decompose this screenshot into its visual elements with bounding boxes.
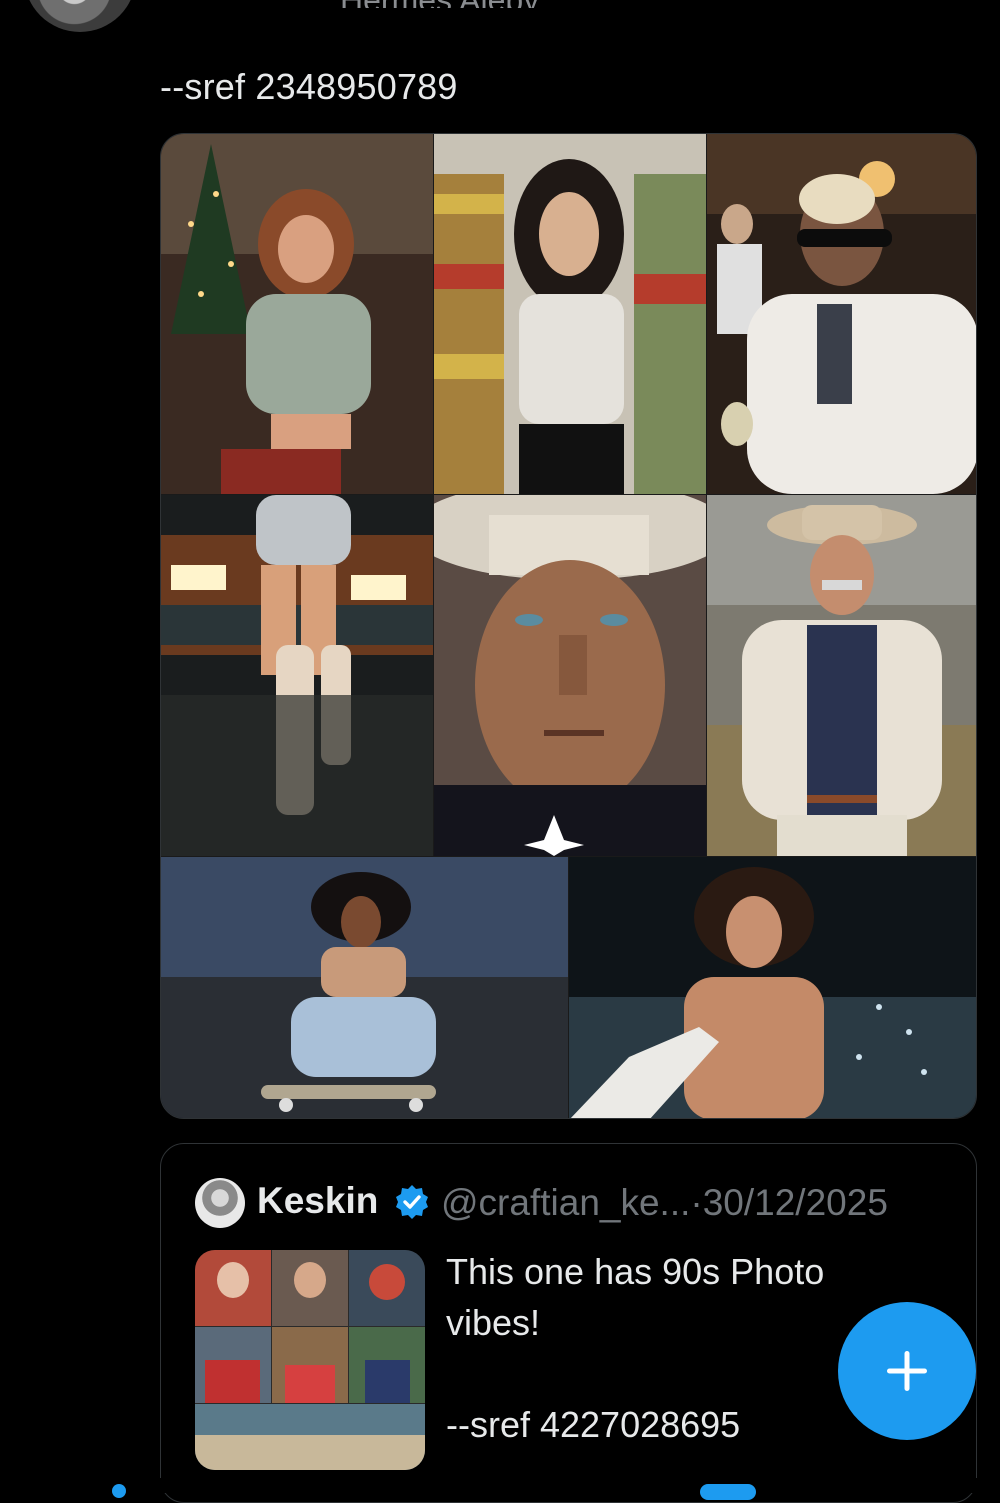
quoted-author-avatar[interactable] — [195, 1178, 245, 1228]
quoted-tweet[interactable]: Keskin @craftian_ke...·30/12/2025 This o… — [160, 1143, 977, 1503]
bar-woman-fur-coat-photo[interactable] — [707, 134, 976, 494]
meta-separator: · — [690, 1182, 703, 1223]
quoted-author-name[interactable]: Keskin — [257, 1180, 378, 1222]
quoted-tweet-date[interactable]: 30/12/2025 — [703, 1182, 888, 1223]
compose-button[interactable] — [838, 1302, 976, 1440]
verified-badge-icon — [396, 1185, 428, 1219]
quoted-tweet-text: This one has 90s Photo vibes! --sref 422… — [446, 1251, 825, 1445]
nav-messages-icon[interactable] — [700, 1484, 756, 1500]
author-avatar[interactable] — [24, 0, 136, 32]
quoted-author-meta: @craftian_ke...·30/12/2025 — [441, 1182, 888, 1224]
quoted-author-handle[interactable]: @craftian_ke... — [441, 1182, 690, 1223]
media-grid[interactable] — [160, 133, 977, 1119]
quoted-media-thumbnail[interactable] — [195, 1250, 425, 1470]
bottom-nav-bar — [0, 1478, 1000, 1493]
woman-car-night-photo[interactable] — [161, 495, 433, 856]
tweet-text: --sref 2348950789 — [160, 66, 458, 107]
cowboy-white-jacket-photo[interactable] — [707, 495, 976, 856]
nav-home-icon[interactable] — [112, 1484, 126, 1498]
christmas-party-woman-photo[interactable] — [161, 134, 433, 494]
grocery-aisle-woman-photo[interactable] — [434, 134, 706, 494]
plus-icon — [887, 1351, 927, 1391]
surfer-night-photo[interactable] — [569, 857, 976, 1118]
author-name-fragment: Hermes Ajeby — [340, 0, 550, 8]
skateboarder-dusk-photo[interactable] — [161, 857, 568, 1118]
cowboy-closeup-photo[interactable] — [434, 495, 706, 856]
